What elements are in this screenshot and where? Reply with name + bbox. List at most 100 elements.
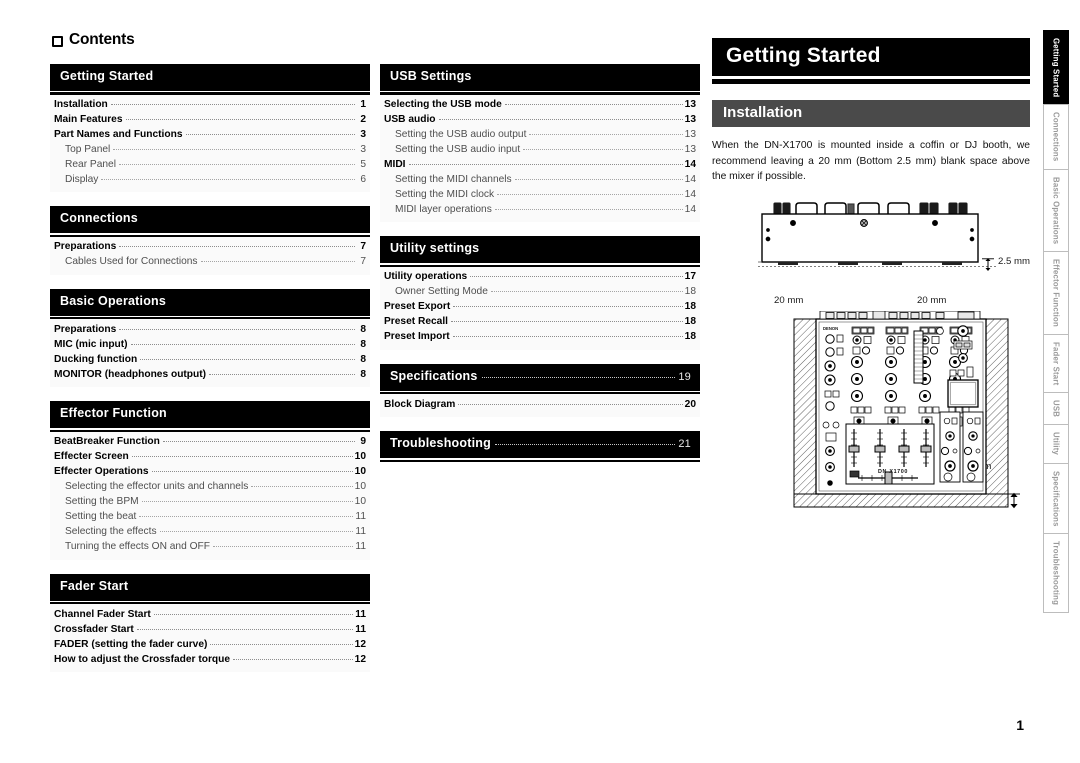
- dimension-bottom-clearance: 2.5 mm: [998, 255, 1030, 267]
- toc-entry-page: 10: [354, 451, 366, 463]
- toc-entry[interactable]: USB audio 13: [380, 113, 700, 128]
- side-tab-specifications[interactable]: Specifications: [1043, 462, 1069, 534]
- toc-entry-list: Preparations 7 Cables Used for Connections…: [50, 236, 370, 275]
- side-tab-strip[interactable]: Getting Started Connections Basic Operatio…: [1043, 30, 1069, 614]
- toc-section-heading[interactable]: Troubleshooting 21: [380, 431, 700, 459]
- toc-entry[interactable]: Ducking function 8: [50, 352, 370, 367]
- toc-section-heading-label: Effector Function: [60, 406, 167, 421]
- toc-entry[interactable]: Main Features 2: [50, 113, 370, 128]
- toc-rule: [380, 459, 700, 462]
- toc-entry[interactable]: Preset Import 18: [380, 330, 700, 345]
- toc-entry-label: Preparations: [54, 241, 117, 253]
- dotted-leader: [438, 118, 683, 120]
- toc-section-heading[interactable]: USB Settings: [380, 64, 700, 91]
- toc-entry[interactable]: MONITOR (headphones output) 8: [50, 367, 370, 382]
- toc-entry[interactable]: MIDI layer operations 14: [380, 202, 700, 217]
- toc-entry-label: Display: [65, 173, 99, 185]
- toc-entry-label: Effecter Operations: [54, 466, 149, 478]
- toc-entry[interactable]: Block Diagram 20: [380, 397, 700, 412]
- dotted-leader: [151, 471, 353, 473]
- side-tab-effector-function[interactable]: Effector Function: [1043, 251, 1069, 335]
- toc-entry[interactable]: Rear Panel 5: [50, 157, 370, 172]
- toc-entry-label: Setting the MIDI channels: [395, 173, 512, 185]
- toc-entry[interactable]: Owner Setting Mode 18: [380, 285, 700, 300]
- side-tab-label: Utility: [1051, 432, 1061, 456]
- toc-entry[interactable]: Preset Recall 18: [380, 315, 700, 330]
- toc-entry-list: BeatBreaker Function 9 Effecter Screen 10 Ef…: [50, 431, 370, 560]
- toc-entry[interactable]: Preset Export 18: [380, 300, 700, 315]
- side-tab-utility[interactable]: Utility: [1043, 424, 1069, 463]
- toc-entry[interactable]: Channel Fader Start 11: [50, 607, 370, 622]
- toc-entry[interactable]: Setting the USB audio input 13: [380, 142, 700, 157]
- toc-entry[interactable]: Cables Used for Connections 7: [50, 255, 370, 270]
- page-title: Contents: [52, 30, 370, 50]
- dotted-leader: [233, 658, 353, 660]
- toc-section-heading-label: Basic Operations: [60, 293, 167, 308]
- dotted-leader: [494, 444, 676, 446]
- toc-entry[interactable]: Installation 1: [50, 98, 370, 113]
- toc-entry-page: 14: [684, 203, 696, 215]
- toc-section-heading[interactable]: Fader Start: [50, 573, 370, 601]
- dotted-leader: [110, 103, 355, 105]
- dotted-leader: [212, 546, 354, 548]
- dotted-leader: [119, 246, 355, 248]
- toc-entry[interactable]: Crossfader Start 11: [50, 622, 370, 637]
- toc-entry-label: Setting the MIDI clock: [395, 188, 495, 200]
- toc-section-heading-label: Utility settings: [390, 241, 480, 256]
- side-tab-connections[interactable]: Connections: [1043, 104, 1069, 169]
- toc-entry[interactable]: Setting the MIDI channels 14: [380, 172, 700, 187]
- toc-entry[interactable]: Setting the MIDI clock 14: [380, 187, 700, 202]
- chapter-title: Getting Started: [712, 38, 1030, 77]
- toc-entry[interactable]: Selecting the effects 11: [50, 525, 370, 540]
- side-tab-troubleshooting[interactable]: Troubleshooting: [1043, 533, 1069, 614]
- side-tab-label: Connections: [1051, 112, 1061, 162]
- side-tab-basic-operations[interactable]: Basic Operations: [1043, 168, 1069, 252]
- toc-entry[interactable]: Effecter Screen 10: [50, 450, 370, 465]
- toc-entry[interactable]: Display 6: [50, 172, 370, 187]
- toc-entry[interactable]: How to adjust the Crossfader torque 12: [50, 652, 370, 667]
- toc-section-heading[interactable]: Effector Function: [50, 401, 370, 429]
- toc-entry-label: Utility operations: [384, 271, 468, 283]
- toc-entry[interactable]: Part Names and Functions 3: [50, 128, 370, 143]
- toc-section-heading[interactable]: Basic Operations: [50, 288, 370, 316]
- toc-entry-label: Preset Import: [384, 331, 450, 343]
- toc-entry[interactable]: Effecter Operations 10: [50, 465, 370, 480]
- toc-section-heading[interactable]: Getting Started: [50, 64, 370, 91]
- toc-entry[interactable]: MIC (mic input) 8: [50, 337, 370, 352]
- side-tab-usb[interactable]: USB: [1043, 392, 1069, 425]
- toc-section-heading[interactable]: Specifications 19: [380, 363, 700, 391]
- toc-entry[interactable]: FADER (setting the fader curve) 12: [50, 637, 370, 652]
- toc-entry[interactable]: BeatBreaker Function 9: [50, 435, 370, 450]
- dotted-leader: [452, 336, 683, 338]
- dotted-leader: [408, 163, 683, 165]
- book-icon: [52, 35, 63, 47]
- side-tab-fader-start[interactable]: Fader Start: [1043, 334, 1069, 393]
- toc-entry[interactable]: Preparations 7: [50, 240, 370, 255]
- toc-entry-label: Cables Used for Connections: [65, 256, 198, 268]
- toc-entry[interactable]: Setting the USB audio output 13: [380, 128, 700, 143]
- toc-entry[interactable]: Setting the BPM 10: [50, 495, 370, 510]
- toc-entry-label: MONITOR (headphones output): [54, 368, 207, 380]
- toc-entry-label: Channel Fader Start: [54, 608, 151, 620]
- toc-entry[interactable]: Turning the effects ON and OFF 11: [50, 540, 370, 555]
- toc-entry-page: 1: [360, 98, 366, 110]
- dotted-leader: [453, 306, 683, 308]
- toc-entry[interactable]: Utility operations 17: [380, 270, 700, 285]
- dotted-leader: [451, 321, 683, 323]
- toc-entry[interactable]: Selecting the USB mode 13: [380, 98, 700, 113]
- toc-entry-page: 2: [360, 113, 366, 125]
- toc-entry[interactable]: Setting the beat 11: [50, 510, 370, 525]
- toc-entry[interactable]: Selecting the effector units and channel…: [50, 480, 370, 495]
- toc-entry-label: Setting the beat: [65, 511, 137, 523]
- side-tab-getting-started[interactable]: Getting Started: [1043, 30, 1069, 105]
- toc-section-heading-label: USB Settings: [390, 69, 472, 83]
- toc-entry-page: 13: [684, 98, 696, 110]
- toc-entry-page: 11: [355, 511, 366, 523]
- toc-entry[interactable]: Preparations 8: [50, 322, 370, 337]
- toc-section-heading[interactable]: Utility settings: [380, 236, 700, 264]
- toc-section-heading[interactable]: Connections: [50, 206, 370, 234]
- dotted-leader: [119, 328, 355, 330]
- toc-entry-page: 9: [360, 436, 366, 448]
- toc-entry[interactable]: Top Panel 3: [50, 142, 370, 157]
- toc-entry[interactable]: MIDI 14: [380, 157, 700, 172]
